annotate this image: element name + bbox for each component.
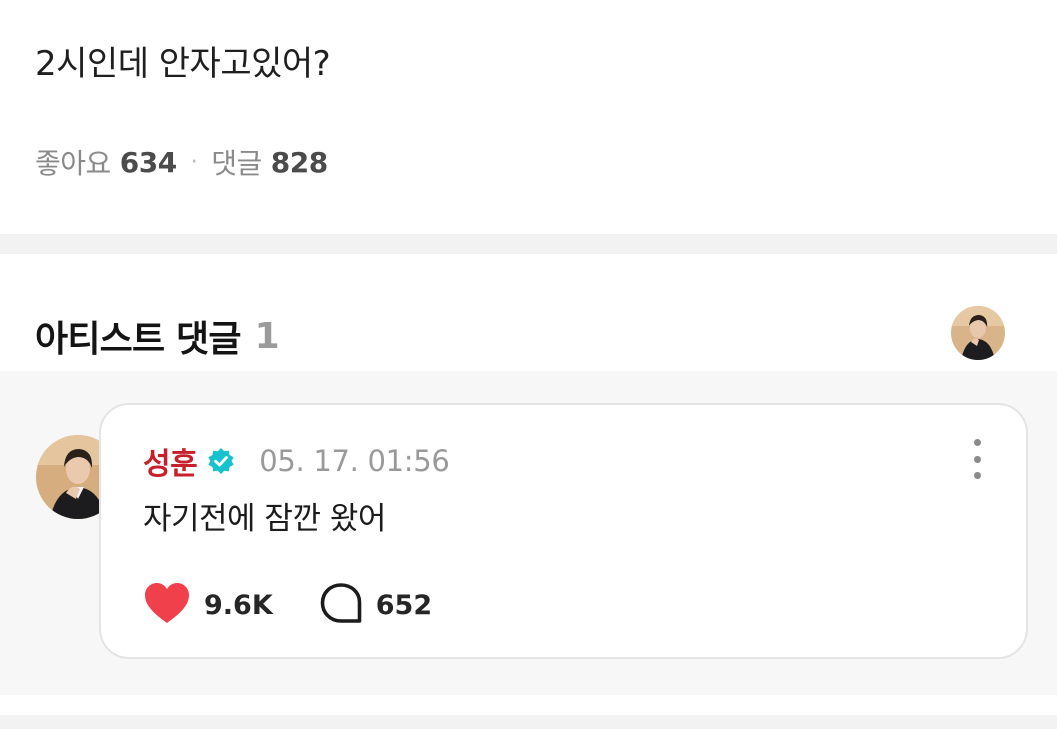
section-title-label: 아티스트 댓글 [35,319,241,360]
artist-comments-count: 1 [254,315,280,357]
comment-author-name[interactable]: 성훈 [143,439,198,483]
page: 2시인데 안자고있어? 좋아요 634 · 댓글 828 아티스트 댓글 1 성… [0,0,1057,729]
likes-label[interactable]: 좋아요 [35,142,111,182]
heart-icon [143,581,191,629]
likes-count[interactable]: 634 [120,146,177,179]
section-divider [0,234,1057,254]
comments-count[interactable]: 828 [271,146,328,179]
section-divider-bottom [0,715,1057,729]
artist-avatar-icon[interactable] [951,306,1005,360]
verified-badge-icon [207,447,235,475]
like-button[interactable]: 9.6K [143,581,273,629]
comments-label[interactable]: 댓글 [211,142,262,182]
comment-header: 성훈 05. 17. 01:56 [143,439,450,483]
stats-separator: · [190,149,198,175]
speech-bubble-icon [319,582,363,628]
more-options-button[interactable] [963,439,991,479]
post-text: 2시인데 안자고있어? [35,44,331,84]
post-stats: 좋아요 634 · 댓글 828 [35,142,328,182]
artist-comment-card: 성훈 05. 17. 01:56 자기전에 잠깐 왔어 9.6K 652 [99,403,1028,659]
comment-timestamp: 05. 17. 01:56 [259,444,450,478]
artist-comments-title: 아티스트 댓글 1 [35,310,280,362]
reply-button[interactable]: 652 [319,582,432,628]
reply-count: 652 [375,589,433,621]
comment-actions: 9.6K 652 [143,581,432,629]
comment-text: 자기전에 잠깐 왔어 [143,501,386,537]
more-vertical-icon [973,439,981,446]
like-count: 9.6K [204,589,273,621]
